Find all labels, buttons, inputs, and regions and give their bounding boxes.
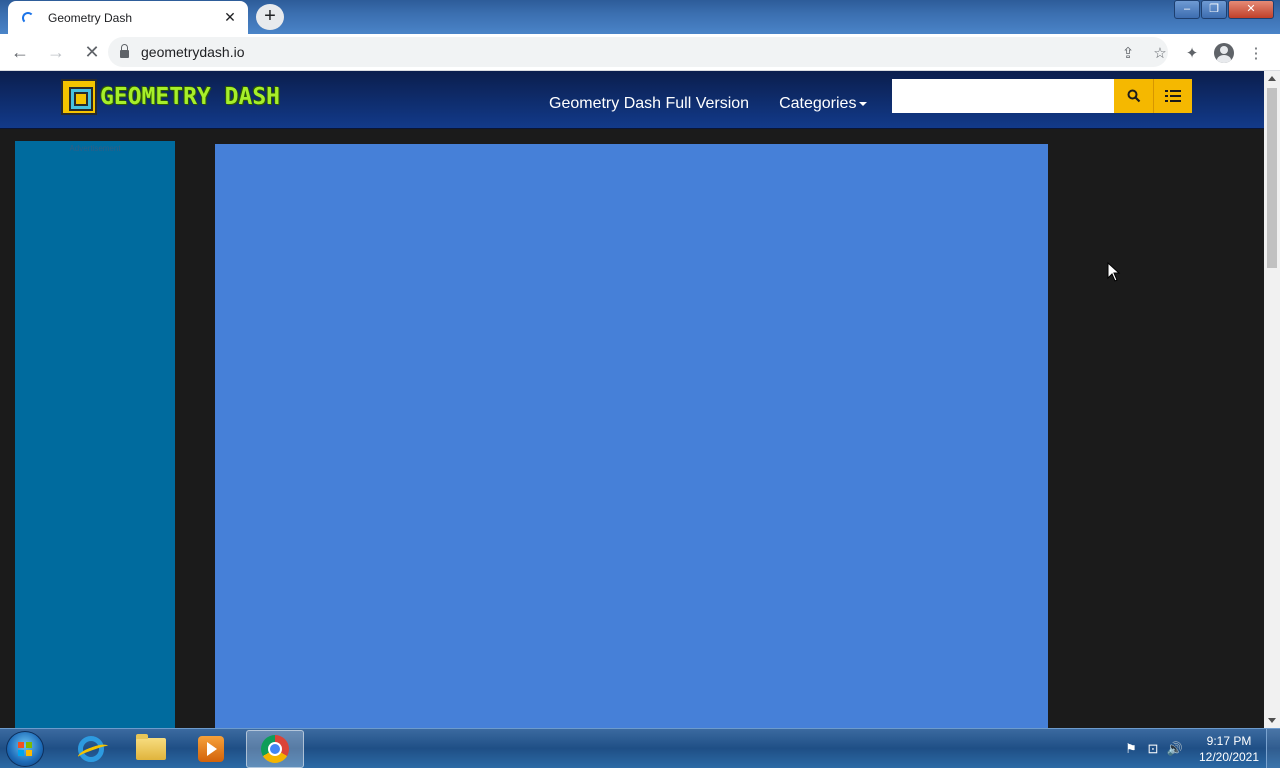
search-button[interactable] [1114,79,1153,113]
page-scrollbar[interactable] [1264,71,1280,728]
categories-label: Categories [779,95,857,112]
browser-tab[interactable]: Geometry Dash ✕ [8,1,248,34]
logo-text: GEOMETRY DASH [100,84,281,110]
back-icon[interactable]: ← [4,36,36,68]
tab-close-icon[interactable]: ✕ [222,9,238,26]
browser-tabstrip: Geometry Dash ✕ + – ❐ ✕ [0,0,1280,34]
chrome-icon [261,735,289,763]
nav-link-categories[interactable]: Categories [779,95,868,113]
bookmark-star-icon[interactable]: ☆ [1144,44,1176,62]
share-icon[interactable]: ⇪ [1112,44,1144,62]
nav-link-full-version[interactable]: Geometry Dash Full Version [549,95,749,113]
search-input[interactable] [892,79,1114,113]
address-bar[interactable]: geometrydash.io [108,37,1168,67]
maximize-button[interactable]: ❐ [1201,0,1227,19]
windows-taskbar: ⚑ ⊡ 🔊 9:17 PM 12/20/2021 [0,728,1280,768]
profile-avatar-icon[interactable] [1214,42,1234,63]
loading-spinner-icon [22,11,34,24]
folder-icon [136,734,166,760]
mouse-cursor-icon [1107,262,1121,282]
browser-toolbar: ← → ✕ geometrydash.io ⇪ ☆ ✦ ⋮ [0,34,1280,71]
scroll-down-icon[interactable] [1268,718,1276,723]
categories-list-button[interactable] [1153,79,1192,113]
caret-down-icon [859,101,868,106]
ad-label: Advertisement [69,144,121,153]
site-header: GEOMETRY DASH Geometry Dash Full Version… [0,71,1264,129]
internet-explorer-icon [78,736,104,762]
taskbar-media-player[interactable] [182,730,240,768]
geometry-cube-icon [61,79,97,115]
browser-menu-icon[interactable]: ⋮ [1240,44,1272,62]
toolbar-icons: ⇪ ☆ ✦ ⋮ [1112,34,1272,71]
taskbar-chrome[interactable] [246,730,304,768]
network-icon[interactable]: ⊡ [1142,741,1164,757]
url-text[interactable]: geometrydash.io [141,44,245,60]
taskbar-file-explorer[interactable] [122,730,180,768]
volume-icon[interactable]: 🔊 [1164,741,1186,757]
tab-title: Geometry Dash [48,10,133,25]
taskbar-clock[interactable]: 9:17 PM 12/20/2021 [1196,733,1262,765]
lock-icon[interactable] [120,44,129,58]
page-viewport: GEOMETRY DASH Geometry Dash Full Version… [0,71,1264,728]
show-desktop-button[interactable] [1266,729,1280,768]
system-tray: ⚑ ⊡ 🔊 [1120,729,1186,768]
action-center-flag-icon[interactable]: ⚑ [1120,741,1142,757]
scroll-thumb[interactable] [1267,88,1277,268]
scroll-up-icon[interactable] [1268,76,1276,81]
window-close-button[interactable]: ✕ [1228,0,1274,19]
window-controls: – ❐ ✕ [1173,0,1274,19]
start-button-icon[interactable] [6,731,44,767]
taskbar-internet-explorer[interactable] [62,730,120,768]
clock-time: 9:17 PM [1206,734,1252,748]
clock-date: 12/20/2021 [1198,750,1260,764]
site-search [892,79,1192,113]
list-icon [1165,90,1181,102]
search-icon [1127,89,1140,103]
new-tab-button[interactable]: + [256,4,284,30]
extensions-puzzle-icon[interactable]: ✦ [1176,44,1208,62]
media-player-icon [198,736,224,762]
game-canvas[interactable] [215,144,1048,728]
left-ad-panel[interactable]: Advertisement [15,141,175,728]
minimize-button[interactable]: – [1174,0,1200,19]
site-nav: Geometry Dash Full Version Categories [549,95,897,113]
stop-loading-icon[interactable]: ✕ [76,36,108,68]
forward-icon[interactable]: → [40,36,72,68]
site-logo[interactable]: GEOMETRY DASH [61,79,280,115]
